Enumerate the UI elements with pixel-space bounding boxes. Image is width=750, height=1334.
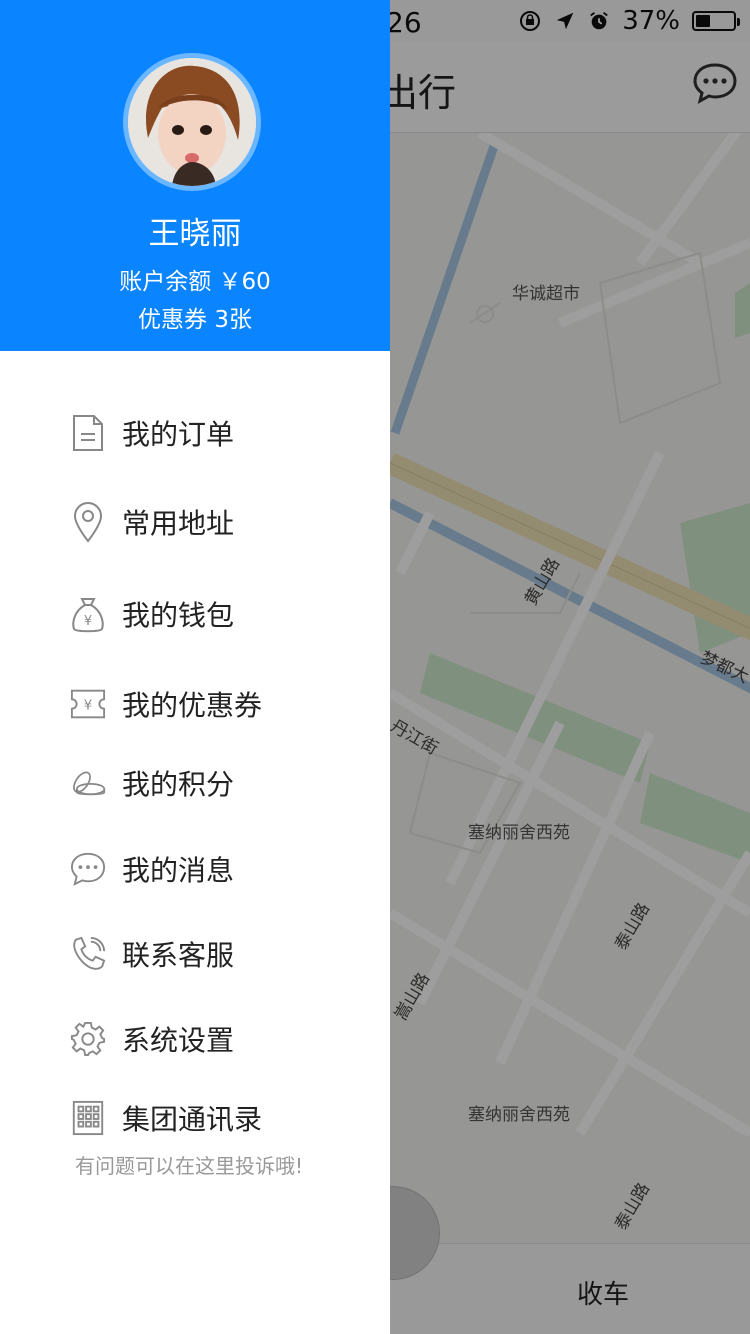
menu-item-directory[interactable]: 集团通讯录 [70,1090,380,1146]
menu-item-coupons[interactable]: ¥ 我的优惠券 [70,676,380,732]
menu-label: 我的消息 [122,854,235,887]
avatar[interactable] [123,53,261,191]
location-pin-icon [70,502,106,543]
coins-icon [70,763,106,803]
coupon-count[interactable]: 优惠券 3张 [0,300,390,334]
menu-item-wallet[interactable]: ¥ 我的钱包 [70,586,380,642]
menu-label: 集团通讯录 [122,1103,263,1136]
menu-label: 系统设置 [122,1024,235,1057]
svg-text:¥: ¥ [84,699,92,714]
menu-label: 我的钱包 [122,599,235,632]
menu-item-customer-service[interactable]: 联系客服 [70,926,380,982]
document-icon [70,413,106,453]
money-bag-icon: ¥ [70,594,106,634]
menu-label: 我的订单 [122,418,235,451]
menu-item-orders[interactable]: 我的订单 [70,405,380,461]
svg-text:¥: ¥ [84,614,92,629]
menu-label: 我的优惠券 [122,689,263,722]
menu-label: 常用地址 [122,507,235,540]
menu-label: 我的积分 [122,768,235,801]
user-header: 王晓丽 账户余额 ￥60 优惠券 3张 [0,0,390,351]
menu-item-messages[interactable]: 我的消息 [70,841,380,897]
menu-item-addresses[interactable]: 常用地址 [70,494,380,550]
side-drawer: 王晓丽 账户余额 ￥60 优惠券 3张 我的订单 常用地址 ¥ 我的钱包 ¥ 我… [0,0,390,1334]
complaint-note[interactable]: 有问题可以在这里投诉哦! [75,1150,303,1179]
phone-icon [70,934,106,974]
menu-label: 联系客服 [122,939,235,972]
menu-item-settings[interactable]: 系统设置 [70,1011,380,1067]
user-name: 王晓丽 [148,216,242,252]
coupon-ticket-icon: ¥ [70,684,106,724]
menu-item-points[interactable]: 我的积分 [70,755,380,811]
account-balance[interactable]: 账户余额 ￥60 [0,262,390,296]
building-icon [70,1098,106,1138]
gear-icon [70,1019,106,1059]
chat-bubble-icon [70,849,106,889]
